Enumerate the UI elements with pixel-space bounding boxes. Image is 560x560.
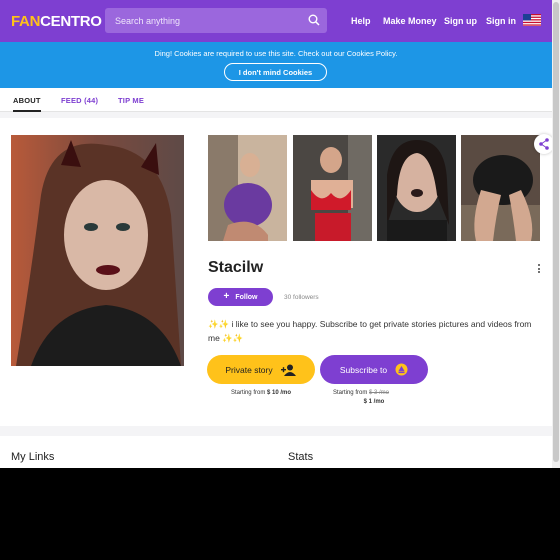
subscribe-button[interactable]: Subscribe to [320,355,428,384]
subscribe-icon [395,363,408,376]
accept-cookies-button[interactable]: I don't mind Cookies [224,63,327,81]
profile-card: Stacilw + Follow 30 followers ✨✨ i like … [0,118,554,426]
search-icon[interactable] [308,14,320,26]
subscribe-price: Starting from $ 3 /mo [320,390,402,396]
us-flag-icon[interactable] [523,14,541,26]
private-story-button[interactable]: Private story [207,355,315,384]
browser-viewport: FANCENTRO Help Make Money Sign up Sign i… [0,0,560,468]
search-box[interactable] [105,8,327,33]
page-scrollbar[interactable] [552,0,560,468]
logo-fan-text: FAN [11,13,41,30]
photo-thumbnail-4[interactable] [461,135,540,241]
follow-button[interactable]: + Follow [208,288,273,306]
more-options-icon[interactable] [538,264,541,275]
add-user-icon [280,364,296,376]
subscribe-price-current: $ 1 /mo [320,399,428,405]
nav-make-money[interactable]: Make Money [383,16,437,26]
profile-tabs: ABOUT FEED (44) TIP ME [0,88,552,112]
fancentro-logo[interactable]: FANCENTRO [11,13,102,30]
subscribe-label: Subscribe to [339,364,388,375]
share-button[interactable] [534,134,554,154]
nav-help[interactable]: Help [351,16,371,26]
photo-thumbnail-1[interactable] [208,135,287,241]
empty-area [0,468,560,560]
nav-sign-up[interactable]: Sign up [444,16,477,26]
share-icon [539,138,549,150]
follow-label: Follow [235,293,258,301]
stats-title: Stats [288,451,314,463]
private-story-label: Private story [225,364,273,375]
tab-tip-me[interactable]: TIP ME [118,96,144,105]
followers-count: 30 followers [284,294,319,301]
my-links-title: My Links [11,451,55,463]
story-price-prefix: Starting from [230,390,266,396]
subscribe-price-old: $ 3 /mo [369,390,390,396]
plus-icon: + [223,291,230,302]
bottom-sections: My Links Stats [0,436,552,468]
subscribe-price-prefix: Starting from [332,390,368,396]
profile-bio: ✨✨ i like to see you happy. Subscribe to… [208,319,532,343]
tab-feed[interactable]: FEED (44) [61,96,98,105]
story-price: Starting from $ 10 /mo [207,390,315,396]
cookie-message: Ding! Cookies are required to use this s… [154,49,398,58]
nav-sign-in[interactable]: Sign in [486,16,516,26]
scrollbar-thumb[interactable] [553,2,559,462]
subscribe-price-value: $ 1 /mo [363,399,385,405]
tab-about[interactable]: ABOUT [13,96,41,112]
profile-name: Stacilw [208,259,264,276]
top-navbar: FANCENTRO Help Make Money Sign up Sign i… [0,0,552,42]
profile-avatar [11,135,184,366]
photo-thumbnail-3[interactable] [377,135,456,241]
logo-centro-text: CENTRO [40,13,102,30]
cookie-banner: Ding! Cookies are required to use this s… [0,42,552,88]
search-input[interactable] [115,15,295,26]
photo-thumbnail-2[interactable] [293,135,372,241]
story-price-value: $ 10 /mo [267,390,292,396]
